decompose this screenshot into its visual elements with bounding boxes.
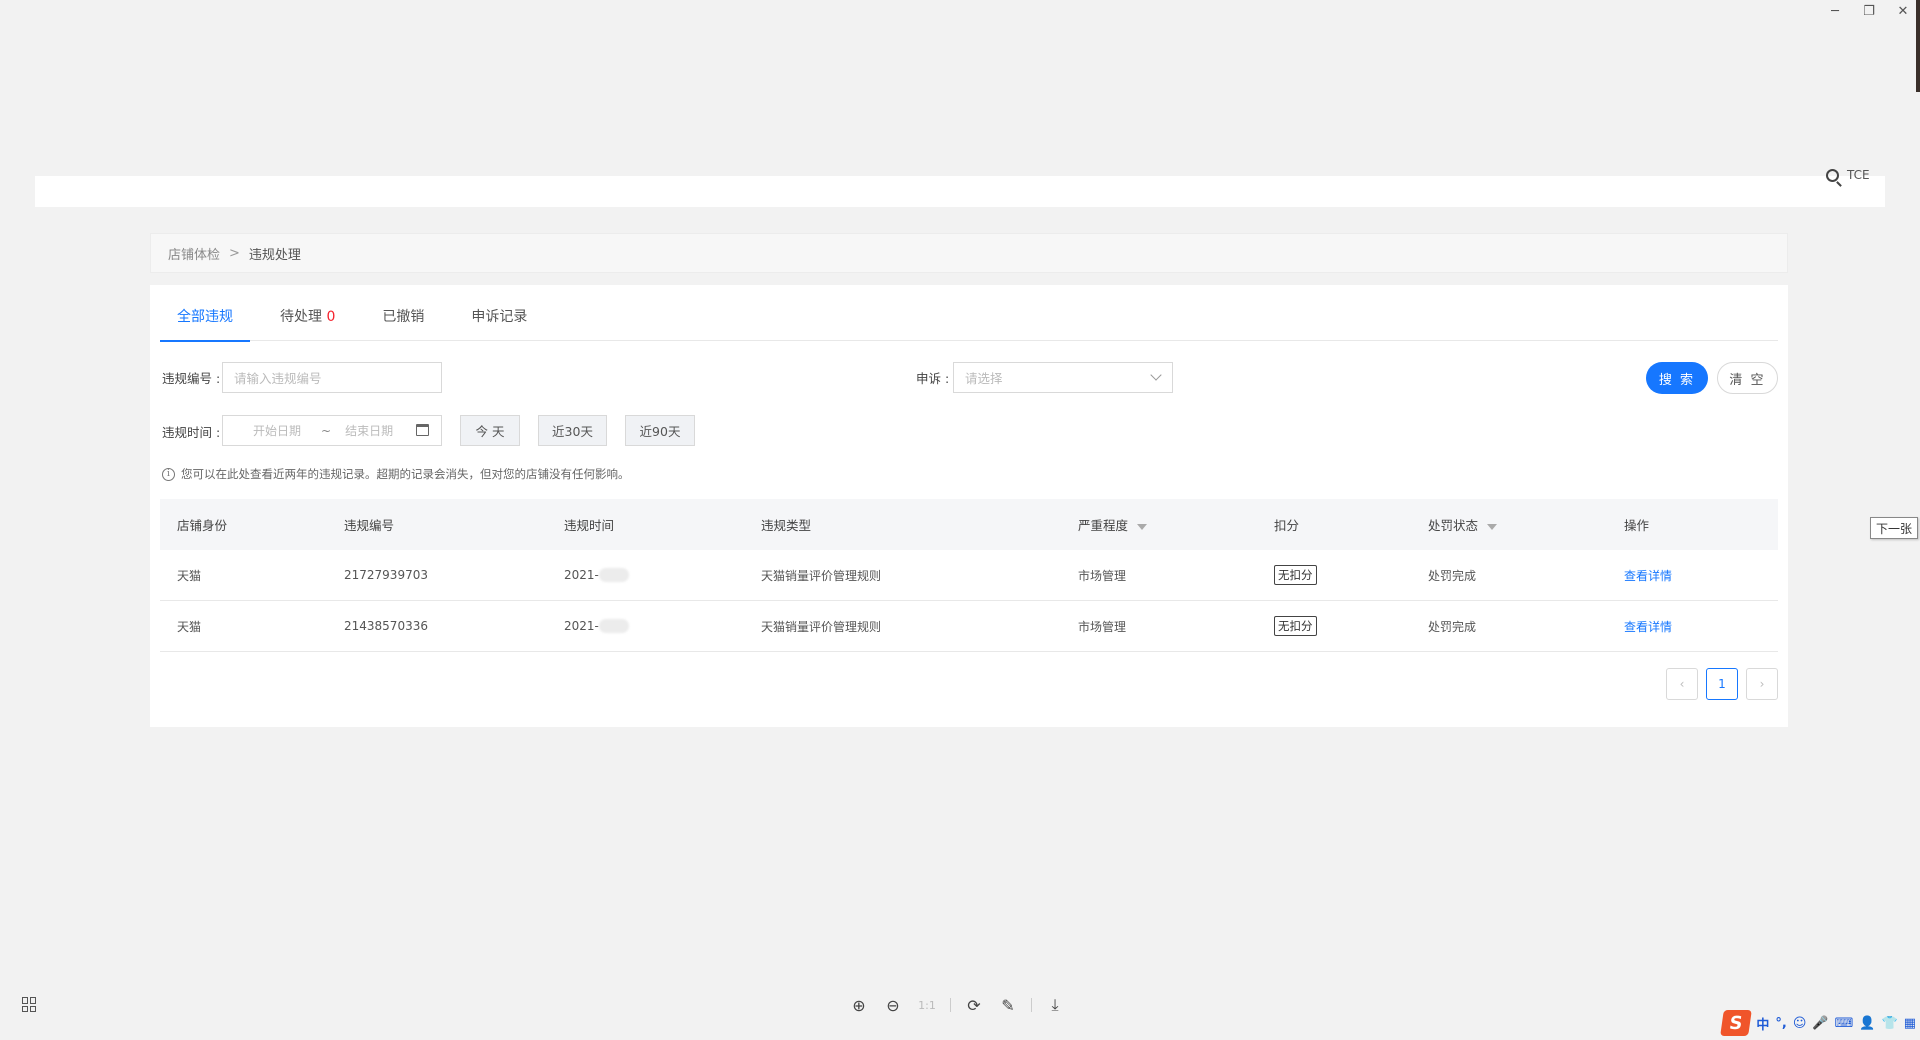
tab-appeal-records[interactable]: 申诉记录 bbox=[454, 300, 544, 341]
ime-skin-icon[interactable]: 👕 bbox=[1882, 1016, 1898, 1031]
appeal-label: 申诉 : bbox=[916, 371, 950, 386]
top-search-text: TCE bbox=[1847, 168, 1870, 182]
tab-bar: 全部违规 待处理 0 已撤销 申诉记录 bbox=[160, 300, 1778, 342]
edge-strip bbox=[1916, 0, 1920, 92]
header-violation-time: 违规时间 bbox=[564, 518, 615, 533]
severity: 市场管理 bbox=[1078, 619, 1127, 634]
deduction-tag: 无扣分 bbox=[1274, 565, 1317, 585]
filter-icon[interactable] bbox=[1487, 523, 1498, 530]
last-90-days-button[interactable]: 近90天 bbox=[625, 415, 695, 446]
info-icon: i bbox=[162, 467, 175, 481]
table-row: 天猫 21438570336 2021- 天猫销量评价管理规则 市场管理 无扣分… bbox=[160, 601, 1778, 652]
toolbar-divider bbox=[950, 998, 951, 1012]
prev-page-button[interactable]: ‹ bbox=[1666, 668, 1698, 700]
search-icon bbox=[1826, 168, 1839, 182]
breadcrumb: 店铺体检 > 违规处理 bbox=[150, 233, 1788, 273]
chevron-down-icon bbox=[1150, 369, 1162, 381]
last-30-days-button[interactable]: 近30天 bbox=[538, 415, 607, 446]
header-violation-no: 违规编号 bbox=[344, 518, 395, 533]
zoom-in-icon[interactable]: ⊕ bbox=[848, 994, 870, 1016]
breadcrumb-separator: > bbox=[229, 245, 240, 261]
table-header: 店铺身份 违规编号 违规时间 违规类型 严重程度 扣分 处罚状态 操作 bbox=[160, 499, 1778, 550]
deduction-tag: 无扣分 bbox=[1274, 616, 1317, 636]
page-1-button[interactable]: 1 bbox=[1706, 668, 1738, 700]
shop-identity: 天猫 bbox=[177, 619, 202, 634]
end-date[interactable]: 结束日期 bbox=[345, 422, 393, 439]
ime-user-icon[interactable]: 👤 bbox=[1859, 1016, 1875, 1031]
severity: 市场管理 bbox=[1078, 568, 1127, 583]
edit-pencil-icon[interactable]: ✎ bbox=[997, 994, 1019, 1016]
top-search[interactable]: TCE bbox=[1826, 168, 1870, 182]
violation-no-input[interactable]: 请输入违规编号 bbox=[222, 362, 442, 393]
viewer-toolbar: ⊕ ⊖ 1:1 ⟳ ✎ ⤓ bbox=[848, 994, 1078, 1016]
clear-button[interactable]: 清 空 bbox=[1717, 362, 1778, 394]
violation-time: 2021- bbox=[564, 619, 629, 634]
violation-no: 21727939703 bbox=[344, 568, 428, 582]
ime-toolbar: S 中 °, ☺ 🎤 ⌨ 👤 👕 ▦ bbox=[1720, 1006, 1920, 1040]
ime-chinese-mode[interactable]: 中 bbox=[1756, 1014, 1769, 1033]
rotate-icon[interactable]: ⟳ bbox=[963, 994, 985, 1016]
violation-no: 21438570336 bbox=[344, 619, 428, 633]
pending-count: 0 bbox=[326, 309, 336, 325]
violation-table: 店铺身份 违规编号 违规时间 违规类型 严重程度 扣分 处罚状态 操作 天猫 2… bbox=[160, 499, 1778, 652]
header-penalty-status: 处罚状态 bbox=[1428, 515, 1498, 534]
minimize-button[interactable]: ─ bbox=[1818, 0, 1852, 22]
redacted-block bbox=[598, 619, 629, 634]
tab-all-violations[interactable]: 全部违规 bbox=[160, 300, 250, 342]
date-range-picker[interactable]: 开始日期 ~ 结束日期 bbox=[222, 415, 442, 446]
breadcrumb-current: 违规处理 bbox=[248, 247, 301, 263]
close-button[interactable]: ✕ bbox=[1886, 0, 1920, 22]
toolbar-divider bbox=[1031, 998, 1032, 1012]
violation-time: 2021- bbox=[564, 568, 629, 583]
top-header-bar bbox=[35, 176, 1885, 207]
today-button[interactable]: 今 天 bbox=[460, 415, 520, 446]
violation-card: 全部违规 待处理 0 已撤销 申诉记录 违规编号 : 请输入违规编号 申诉 : … bbox=[150, 285, 1788, 727]
notice-text: 您可以在此处查看近两年的违规记录。超期的记录会消失，但对您的店铺没有任何影响。 bbox=[181, 467, 630, 481]
ime-keyboard-icon[interactable]: ⌨ bbox=[1835, 1016, 1854, 1031]
table-row: 天猫 21727939703 2021- 天猫销量评价管理规则 市场管理 无扣分… bbox=[160, 550, 1778, 601]
header-severity: 严重程度 bbox=[1078, 515, 1148, 534]
actual-size-icon[interactable]: 1:1 bbox=[916, 994, 938, 1016]
calendar-icon bbox=[416, 424, 429, 436]
penalty-status: 处罚完成 bbox=[1428, 619, 1477, 634]
violation-type: 天猫销量评价管理规则 bbox=[761, 568, 882, 583]
header-shop-identity: 店铺身份 bbox=[177, 518, 228, 533]
ime-tools-icon[interactable]: ▦ bbox=[1904, 1016, 1916, 1031]
view-details-link[interactable]: 查看详情 bbox=[1624, 618, 1672, 635]
download-icon[interactable]: ⤓ bbox=[1044, 994, 1066, 1016]
search-button[interactable]: 搜 索 bbox=[1646, 362, 1708, 394]
violation-no-label: 违规编号 : bbox=[162, 371, 221, 386]
window-controls: ─ ❐ ✕ bbox=[1818, 0, 1920, 24]
header-violation-type: 违规类型 bbox=[761, 518, 812, 533]
redacted-block bbox=[598, 568, 629, 583]
restore-button[interactable]: ❐ bbox=[1852, 0, 1886, 22]
zoom-out-icon[interactable]: ⊖ bbox=[882, 994, 904, 1016]
time-label: 违规时间 : bbox=[162, 425, 221, 440]
ime-emoji-icon[interactable]: ☺ bbox=[1793, 1016, 1807, 1031]
range-separator: ~ bbox=[321, 423, 332, 438]
notice: i 您可以在此处查看近两年的违规记录。超期的记录会消失，但对您的店铺没有任何影响… bbox=[162, 466, 630, 482]
ime-punctuation[interactable]: °, bbox=[1775, 1016, 1786, 1031]
shop-identity: 天猫 bbox=[177, 568, 202, 583]
header-deduction: 扣分 bbox=[1274, 518, 1300, 533]
tab-pending[interactable]: 待处理 0 bbox=[263, 300, 352, 341]
sogou-logo-icon[interactable]: S bbox=[1720, 1010, 1753, 1036]
view-details-link[interactable]: 查看详情 bbox=[1624, 567, 1672, 584]
ime-voice-icon[interactable]: 🎤 bbox=[1812, 1016, 1828, 1031]
next-image-tooltip[interactable]: 下一张 bbox=[1870, 517, 1918, 539]
next-page-button[interactable]: › bbox=[1746, 668, 1778, 700]
penalty-status: 处罚完成 bbox=[1428, 568, 1477, 583]
breadcrumb-parent[interactable]: 店铺体检 bbox=[168, 244, 220, 263]
start-date[interactable]: 开始日期 bbox=[253, 422, 301, 439]
violation-type: 天猫销量评价管理规则 bbox=[761, 619, 882, 634]
header-action: 操作 bbox=[1624, 518, 1650, 533]
tab-revoked[interactable]: 已撤销 bbox=[365, 300, 441, 341]
appeal-select[interactable]: 请选择 bbox=[953, 362, 1173, 393]
thumbnail-grid-icon[interactable] bbox=[22, 997, 37, 1012]
filter-icon[interactable] bbox=[1137, 523, 1148, 530]
